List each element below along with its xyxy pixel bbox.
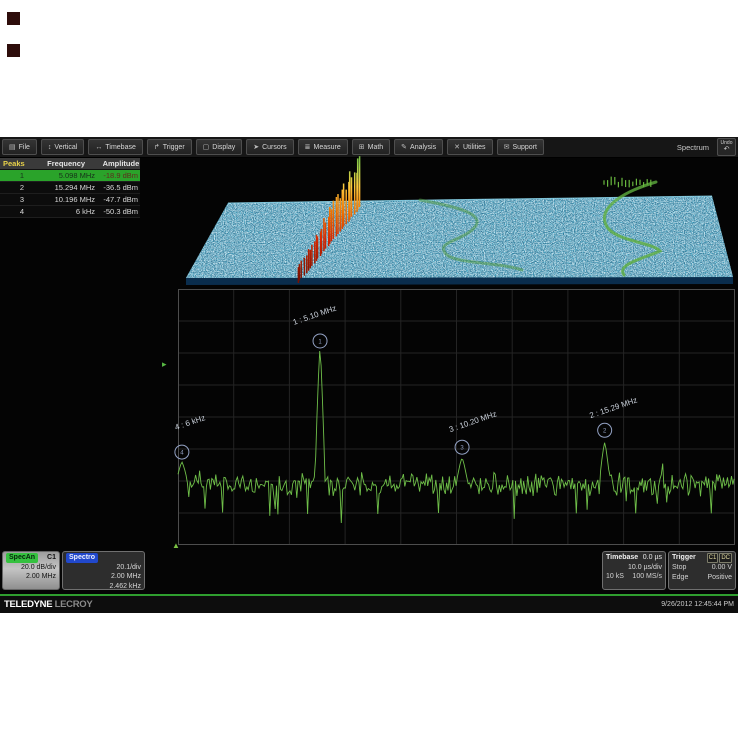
oscilloscope-screen: ▤File↕Vertical↔Timebase↱Trigger▢Display➤… [0,137,738,613]
trigger-label: Trigger [672,553,696,563]
menu-analysis[interactable]: ✎Analysis [394,139,443,155]
menu-bar: ▤File↕Vertical↔Timebase↱Trigger▢Display➤… [0,137,738,158]
specan-channel: C1 [47,553,56,563]
menu-label: Support [512,144,537,151]
timebase-rate: 100 MS/s [632,572,662,582]
display-icon: ▢ [203,144,210,151]
peak-marker-number: 1 [318,339,322,345]
corner-mark-top [7,12,20,25]
specan-scale: 20.0 dB/div [6,563,56,573]
menu-label: Measure [314,144,341,151]
timestamp: 9/26/2012 12:45:44 PM [661,601,738,608]
menu-right: Spectrum Undo ↶ [677,138,738,156]
menu-label: Vertical [54,144,77,151]
spectro-span: 2.00 MHz [66,572,141,582]
spectrogram-front-edge [186,277,733,285]
timebase-box[interactable]: Timebase 0.0 µs 10.0 µs/div 10 kS 100 MS… [602,551,666,590]
menu-file[interactable]: ▤File [2,139,37,155]
brand-teledyne: TELEDYNE [4,599,52,610]
mode-label: Spectrum [677,143,709,152]
menu-label: Cursors [262,144,287,151]
specan-descriptor-box[interactable]: SpecAn C1 20.0 dB/div 2.00 MHz [2,551,60,590]
menu-math[interactable]: ⊞Math [352,139,390,155]
trigger-box[interactable]: Trigger C1 DC Stop 0.00 V Edge Positive [668,551,736,590]
spectrogram-3d-view [0,158,738,290]
corner-mark-bottom [7,44,20,57]
menu-label: Timebase [105,144,135,151]
peak-label-2: 2 : 15.29 MHz [588,395,638,420]
menu-vertical[interactable]: ↕Vertical [41,139,84,155]
specan-span: 2.00 MHz [6,572,56,582]
peak-marker-number: 2 [603,429,607,435]
trace-position-indicator[interactable]: ▸ [162,360,167,369]
status-bar: SpecAn C1 20.0 dB/div 2.00 MHz Spectro 2… [0,550,738,593]
undo-button[interactable]: Undo ↶ [717,138,736,156]
menu-utilities[interactable]: ✕Utilities [447,139,492,155]
peak-label-1: 1 : 5.10 MHz [292,304,338,327]
math-icon: ⊞ [359,144,365,151]
trigger-position-indicator[interactable]: ▲ [172,542,180,550]
menu-timebase[interactable]: ↔Timebase [88,139,142,155]
timebase-scale: 10.0 µs/div [606,563,662,573]
spectro-rbw: 2.462 kHz [66,582,141,592]
spectro-scale: 20.1/div [66,563,141,573]
menu-trigger[interactable]: ↱Trigger [147,139,192,155]
menu-label: Display [212,144,235,151]
trigger-coupling: DC [719,553,732,563]
trigger-level: 0.00 V [712,563,732,573]
spectrum-plot[interactable]: 11 : 5.10 MHz22 : 15.29 MHz33 : 10.20 MH… [178,289,735,545]
timebase-label: Timebase [606,553,638,563]
timebase-offset: 0.0 µs [643,553,662,563]
analysis-icon: ✎ [401,144,407,151]
measure-icon: ≣ [305,144,311,151]
brand-logo: TELEDYNE LECROY [0,599,92,610]
green-ridge-spikes [604,177,651,188]
spectro-badge: Spectro [66,553,98,563]
menu-label: Trigger [163,144,185,151]
menu-label: Utilities [463,144,486,151]
file-icon: ▤ [9,144,16,151]
peak-marker-number: 4 [180,450,184,456]
trigger-mode: Stop [672,563,686,573]
specan-badge: SpecAn [6,553,38,563]
menu-label: File [19,144,30,151]
timebase-samples: 10 kS [606,572,624,582]
trigger-type: Edge [672,573,688,583]
menu-support[interactable]: ✉Support [497,139,544,155]
trigger-slope: Positive [707,573,732,583]
timebase-icon: ↔ [95,144,102,151]
menu-label: Math [368,144,384,151]
trigger-icon: ↱ [154,144,160,151]
brand-lecroy: LECROY [55,599,93,610]
vertical-icon: ↕ [48,144,52,151]
footer-bar: TELEDYNE LECROY 9/26/2012 12:45:44 PM [0,596,738,613]
support-icon: ✉ [504,144,510,151]
page-canvas: ▤File↕Vertical↔Timebase↱Trigger▢Display➤… [0,0,738,738]
trigger-source: C1 [707,553,719,563]
menu-items: ▤File↕Vertical↔Timebase↱Trigger▢Display➤… [0,139,544,155]
menu-measure[interactable]: ≣Measure [298,139,348,155]
trigger-source-badges: C1 DC [707,553,732,563]
undo-icon: ↶ [724,146,730,153]
menu-label: Analysis [410,144,436,151]
peak-label-3: 3 : 10.20 MHz [448,409,498,434]
menu-display[interactable]: ▢Display [196,139,243,155]
cursors-icon: ➤ [253,144,259,151]
utilities-icon: ✕ [454,144,460,151]
menu-cursors[interactable]: ➤Cursors [246,139,293,155]
spectro-descriptor-box[interactable]: Spectro 20.1/div 2.00 MHz 2.462 kHz [62,551,145,590]
